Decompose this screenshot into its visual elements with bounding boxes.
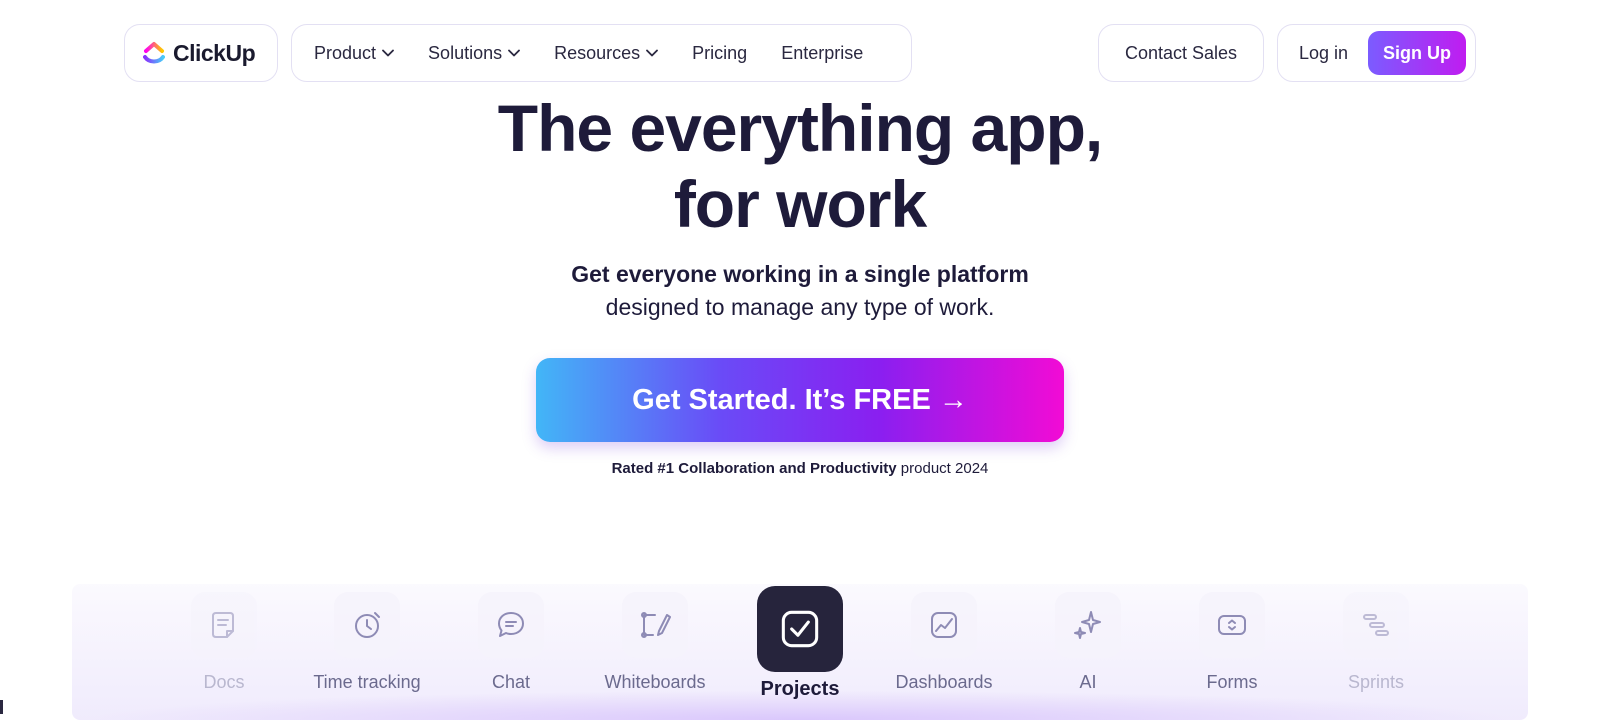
menu-item-pricing[interactable]: Pricing (692, 43, 747, 64)
chart-icon (931, 612, 957, 638)
chevron-down-icon (646, 49, 659, 57)
feature-label: Projects (760, 678, 840, 700)
logo-container[interactable]: ClickUp (124, 24, 278, 82)
feature-ai[interactable]: AI (1018, 592, 1158, 693)
feature-forms[interactable]: Forms (1162, 592, 1302, 693)
menu-item-label: Pricing (692, 42, 748, 63)
rating-rest-text: product 2024 (896, 460, 989, 477)
doc-icon (212, 612, 234, 638)
feature-tile (191, 592, 257, 658)
feature-label: AI (1079, 672, 1097, 692)
menu-item-solutions[interactable]: Solutions (428, 42, 521, 64)
login-link[interactable]: Log in (1299, 43, 1348, 64)
feature-label: Docs (203, 672, 245, 692)
rating-note: Rated #1 Collaboration and Productivity … (0, 460, 1600, 477)
rating-bold-text: Rated #1 Collaboration and Productivity (611, 460, 897, 477)
signup-button[interactable]: Sign Up (1368, 31, 1467, 75)
contact-sales-button[interactable]: Contact Sales (1098, 24, 1264, 82)
clock-icon (355, 612, 380, 638)
feature-label: Time tracking (313, 672, 421, 692)
sprint-icon (1363, 614, 1389, 636)
menu-item-resources[interactable]: Resources (554, 42, 659, 64)
chevron-down-icon (508, 49, 521, 57)
feature-label: Sprints (1347, 672, 1405, 692)
menu-item-label: Enterprise (781, 42, 864, 63)
menu-item-label: Product (314, 42, 377, 63)
hero-title: The everything app, for work (0, 90, 1600, 242)
hero-subtitle-line2: designed to manage any type of work. (605, 294, 995, 320)
feature-tile (478, 592, 544, 658)
get-started-button[interactable]: Get Started. It’s FREE → (536, 358, 1064, 442)
feature-tile (1199, 592, 1265, 658)
feature-label: Whiteboards (604, 672, 706, 692)
feature-label: Dashboards (895, 672, 993, 692)
clickup-logo-icon (143, 42, 165, 64)
feature-time-tracking[interactable]: Time tracking (297, 592, 437, 693)
menu-item-product[interactable]: Product (314, 43, 394, 64)
feature-tile (1343, 592, 1409, 658)
form-icon (1218, 615, 1246, 635)
feature-tile (334, 592, 400, 658)
hero-title-line1: The everything app, (497, 91, 1103, 165)
feature-label: Forms (1206, 672, 1258, 692)
feature-tile (622, 592, 688, 658)
checkbox-icon (781, 610, 819, 648)
feature-label: Chat (491, 672, 531, 692)
feature-whiteboards[interactable]: Whiteboards (585, 592, 725, 693)
chevron-down-icon (382, 49, 394, 57)
feature-chat[interactable]: Chat (441, 592, 581, 693)
feature-docs[interactable]: Docs (154, 592, 294, 693)
logo-text: ClickUp (173, 39, 256, 66)
window-edge-mark (0, 700, 3, 714)
feature-tile (1055, 592, 1121, 658)
feature-sprints[interactable]: Sprints (1306, 592, 1446, 693)
hero-subtitle-line1: Get everyone working in a single platfor… (571, 261, 1029, 287)
feature-projects[interactable]: Projects (730, 586, 870, 701)
menu-item-enterprise[interactable]: Enterprise (781, 43, 863, 64)
menu-item-label: Solutions (428, 42, 503, 63)
hero-title-line2: for work (673, 167, 927, 241)
contact-sales-label: Contact Sales (1124, 42, 1238, 63)
auth-group: Log in Sign Up (1277, 24, 1476, 82)
feature-tile (757, 586, 843, 672)
chat-icon (498, 612, 524, 637)
whiteboard-icon (641, 612, 671, 638)
menu-item-label: Resources (554, 42, 641, 63)
sparkle-icon (1074, 611, 1101, 639)
feature-dashboards[interactable]: Dashboards (874, 592, 1014, 693)
main-menu: Product Solutions Resources Pricing Ente… (291, 24, 912, 82)
feature-tile (911, 592, 977, 658)
hero-subtitle: Get everyone working in a single platfor… (0, 258, 1600, 324)
